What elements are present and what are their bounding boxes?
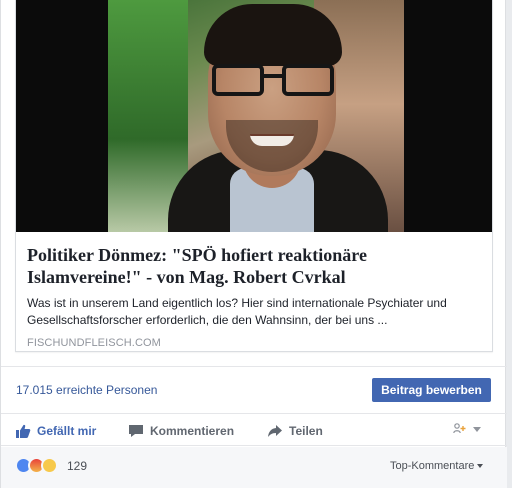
link-preview-body: Politiker Dönmez: "SPÖ hofiert reaktionä… — [16, 232, 492, 349]
audience-icon — [453, 423, 466, 434]
link-description: Was ist in unserem Land eigentlich los? … — [27, 296, 447, 327]
comment-label: Kommentieren — [150, 424, 235, 438]
link-title[interactable]: Politiker Dönmez: "SPÖ hofiert reaktionä… — [27, 244, 467, 288]
feed-post: Politiker Dönmez: "SPÖ hofiert reaktionä… — [0, 0, 507, 488]
link-preview-image[interactable] — [16, 0, 492, 232]
thumbs-up-icon — [16, 424, 31, 438]
comment-icon — [129, 425, 143, 437]
share-button[interactable]: Teilen — [267, 422, 323, 440]
reaction-count[interactable]: 129 — [67, 459, 87, 473]
like-label: Gefällt mir — [37, 424, 97, 438]
boost-post-button[interactable]: Beitrag bewerben — [372, 378, 491, 402]
chevron-down-icon — [477, 464, 484, 468]
portrait-photo — [108, 0, 404, 232]
link-domain: FISCHUNDFLEISCH.COM — [27, 337, 161, 349]
like-button[interactable]: Gefällt mir — [15, 422, 96, 440]
people-reached-link[interactable]: 17.015 erreichte Personen — [16, 383, 157, 397]
audience-selector[interactable] — [453, 423, 481, 435]
share-label: Teilen — [289, 424, 323, 438]
glasses — [212, 64, 334, 98]
wow-reaction-icon — [41, 457, 58, 474]
reactions-bar: 129 Top-Kommentare — [1, 447, 507, 488]
post-action-bar: Gefällt mir Kommentieren Teilen — [1, 414, 507, 446]
comment-button[interactable]: Kommentieren — [128, 422, 234, 440]
link-preview-card[interactable]: Politiker Dönmez: "SPÖ hofiert reaktionä… — [15, 0, 493, 352]
comment-sort-label: Top-Kommentare — [390, 460, 475, 472]
post-reach-bar: 17.015 erreichte Personen Beitrag bewerb… — [1, 366, 507, 414]
chevron-down-icon — [473, 426, 481, 432]
comment-sort-dropdown[interactable]: Top-Kommentare — [390, 460, 484, 472]
share-arrow-icon — [268, 425, 282, 437]
reaction-summary[interactable] — [15, 457, 58, 474]
